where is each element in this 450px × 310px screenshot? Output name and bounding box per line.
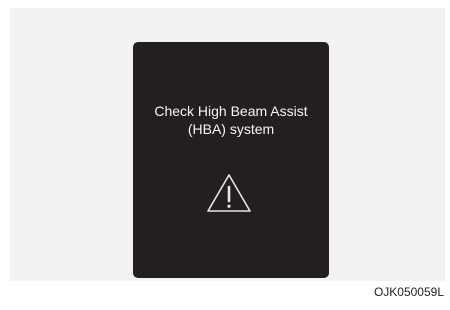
warning-message: Check High Beam Assist (HBA) system [133, 102, 329, 138]
warning-triangle-icon [207, 174, 251, 212]
cluster-display-screen: Check High Beam Assist (HBA) system [133, 42, 329, 278]
warning-message-line-2: (HBA) system [187, 121, 275, 137]
figure-code-label: OJK050059L [373, 285, 444, 299]
warning-message-line-1: Check High Beam Assist [154, 103, 308, 119]
